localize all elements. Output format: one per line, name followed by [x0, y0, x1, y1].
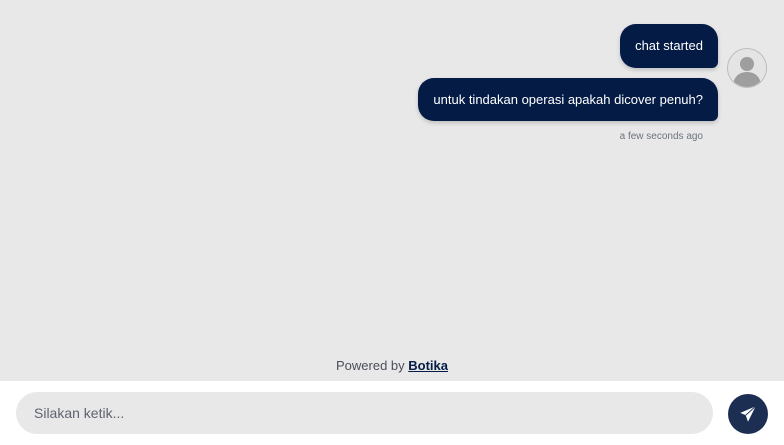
message-timestamp: a few seconds ago — [619, 131, 703, 142]
user-avatar-icon — [727, 48, 767, 88]
chat-area: chat started untuk tindakan operasi apak… — [0, 0, 784, 381]
powered-by: Powered by Botika — [0, 358, 784, 373]
send-button[interactable] — [728, 394, 768, 434]
message-input[interactable] — [16, 392, 713, 434]
message-text: untuk tindakan operasi apakah dicover pe… — [433, 91, 703, 107]
botika-link[interactable]: Botika — [408, 358, 448, 373]
message-bubble: chat started — [620, 24, 718, 68]
input-bar — [0, 381, 784, 445]
message-bubble: untuk tindakan operasi apakah dicover pe… — [418, 78, 718, 121]
paper-plane-icon — [740, 406, 756, 422]
message-text: chat started — [635, 38, 703, 53]
powered-by-label: Powered by — [335, 358, 405, 373]
